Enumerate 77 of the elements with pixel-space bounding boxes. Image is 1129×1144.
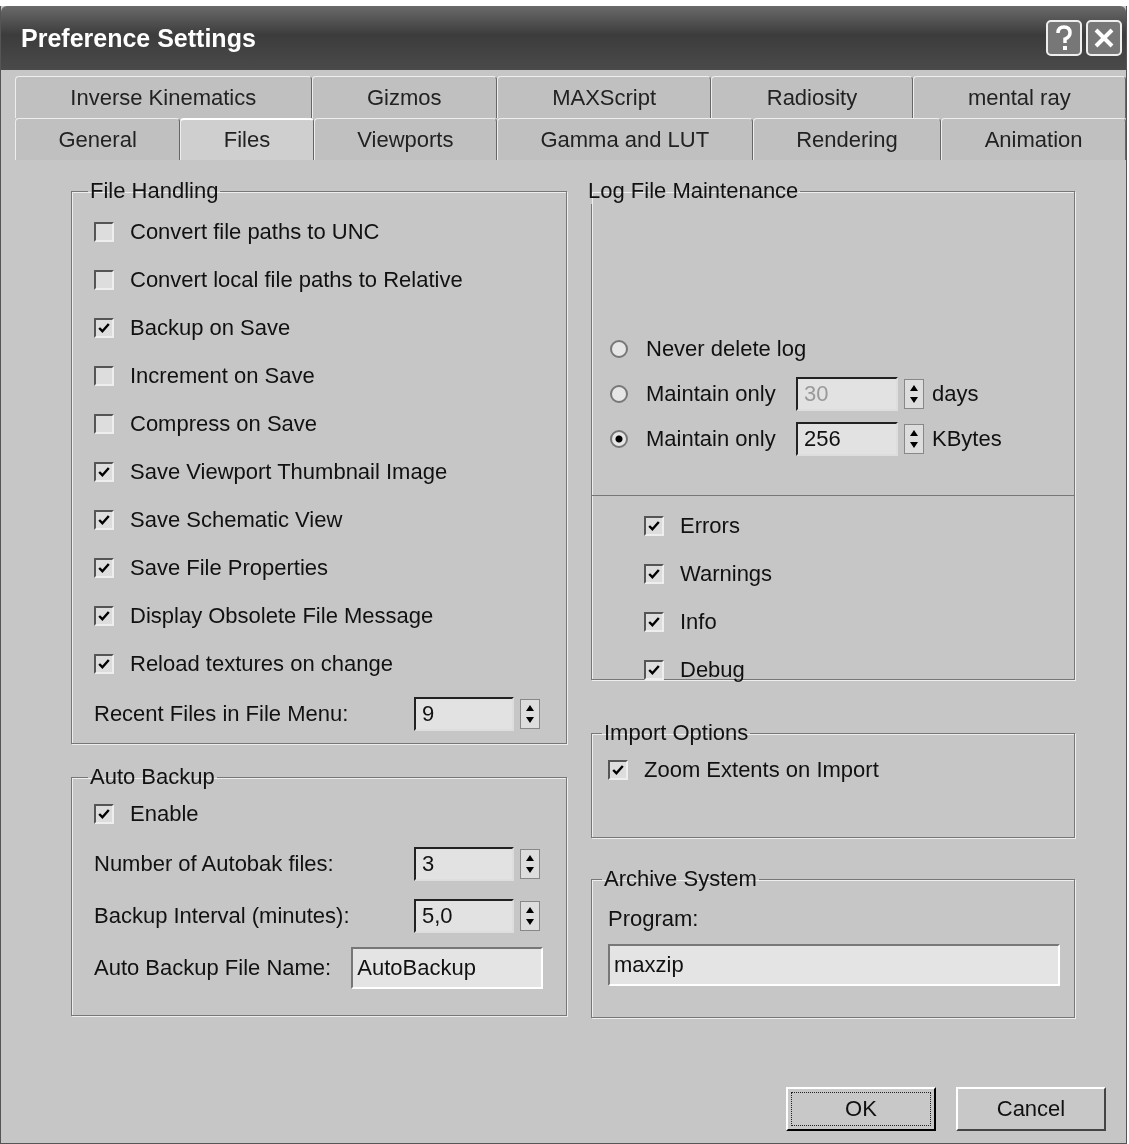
checkbox-label: Display Obsolete File Message [130,603,434,629]
spinner-arrows-icon[interactable] [904,378,924,409]
checkbox[interactable] [94,558,114,578]
tab[interactable]: Inverse Kinematics [15,76,312,118]
spinner-field[interactable]: 256 [796,421,898,456]
unit-label: KBytes [932,425,1002,452]
checkbox-label: Info [680,609,717,635]
help-icon[interactable] [1046,20,1082,56]
tab[interactable]: Viewports [313,118,497,160]
checkbox-label: Save Viewport Thumbnail Image [130,459,448,485]
close-icon[interactable] [1086,20,1122,56]
checkbox-label: Compress on Save [130,411,318,437]
tab[interactable]: General [15,118,181,160]
tab[interactable]: Radiosity [711,76,913,118]
group-title: Auto Backup [89,764,216,790]
spinner-arrows-icon[interactable] [520,699,540,729]
checkbox[interactable] [608,760,628,780]
checkbox-label: Reload textures on change [130,651,393,677]
checkbox[interactable] [94,654,114,674]
checkbox-label: Zoom Extents on Import [644,757,879,783]
tab[interactable]: mental ray [912,76,1126,118]
field-label: Number of Autobak files: [94,851,335,877]
checkbox[interactable] [94,366,114,386]
group-title: Log File Maintenance [587,178,800,204]
text-field[interactable]: maxzip [608,944,1060,986]
spinner-arrows-icon[interactable] [904,423,924,454]
checkbox[interactable] [94,222,114,242]
field-label: Backup Interval (minutes): [94,903,351,929]
spinner-field[interactable]: 3 [414,847,514,881]
checkbox-label: Errors [680,513,740,539]
checkbox[interactable] [644,612,664,632]
unit-label: days [932,380,979,407]
checkbox[interactable] [94,804,114,824]
group-title: Archive System [603,866,758,892]
spinner-field[interactable]: 5,0 [414,899,514,933]
field-label: Auto Backup File Name: [94,955,332,981]
checkbox[interactable] [644,564,664,584]
tab[interactable]: Files [180,118,314,160]
checkbox[interactable] [94,462,114,482]
text-field[interactable]: AutoBackup [351,947,544,989]
checkbox[interactable] [94,414,114,434]
checkbox[interactable] [644,516,664,536]
checkbox[interactable] [94,318,114,338]
checkbox-label: Debug [680,657,745,683]
tab[interactable]: Gizmos [311,76,497,118]
checkbox[interactable] [644,660,664,680]
radio-button[interactable] [610,429,628,448]
field-label: Program: [608,906,700,932]
spinner-arrows-icon[interactable] [520,849,540,879]
checkbox-label: Backup on Save [130,315,291,341]
window-title: Preference Settings [21,23,256,53]
checkbox-label: Increment on Save [130,363,315,389]
tab[interactable]: Gamma and LUT [496,118,753,160]
spinner-field[interactable]: 9 [414,697,514,731]
radio-label: Maintain only [646,425,777,452]
checkbox[interactable] [94,510,114,530]
checkbox-label: Warnings [680,561,773,587]
radio-button[interactable] [610,384,628,403]
tab[interactable]: MAXScript [496,76,712,118]
radio-label: Maintain only [646,380,777,407]
checkbox[interactable] [94,606,114,626]
dialog-button[interactable]: Cancel [956,1087,1106,1131]
dialog-button[interactable]: OK [786,1087,936,1131]
checkbox-label: Convert local file paths to Relative [130,267,463,293]
group-title: Import Options [603,720,750,746]
field-label: Recent Files in File Menu: [94,701,350,727]
group-title: File Handling [89,178,220,204]
tab[interactable]: Rendering [752,118,942,160]
tab[interactable]: Animation [941,118,1126,160]
spinner-arrows-icon[interactable] [520,901,540,931]
radio-button[interactable] [610,339,628,358]
checkbox-label: Enable [130,801,199,827]
checkbox-label: Save File Properties [130,555,329,581]
checkbox-label: Save Schematic View [130,507,343,533]
checkbox-label: Convert file paths to UNC [130,219,380,245]
checkbox[interactable] [94,270,114,290]
radio-label: Never delete log [646,335,807,362]
